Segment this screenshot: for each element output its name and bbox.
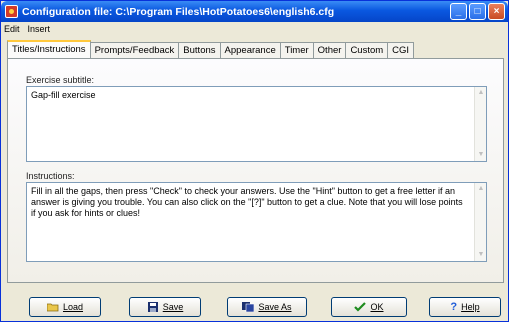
- tab-prompts-feedback[interactable]: Prompts/Feedback: [89, 42, 180, 58]
- button-row: Load Save Save As OK ? Help: [1, 297, 509, 317]
- tab-buttons[interactable]: Buttons: [178, 42, 221, 58]
- tab-titles-instructions[interactable]: Titles/Instructions: [7, 40, 91, 58]
- tab-panel: Exercise subtitle: Gap-fill exercise ▲ ▼…: [7, 58, 504, 283]
- help-button[interactable]: ? Help: [429, 297, 501, 317]
- save-as-button[interactable]: Save As: [227, 297, 307, 317]
- floppy-disk-icon: [147, 302, 159, 312]
- scroll-up-icon[interactable]: ▲: [477, 89, 485, 97]
- tab-strip: Titles/Instructions Prompts/Feedback But…: [7, 40, 415, 58]
- help-label: Help: [461, 302, 480, 312]
- save-label: Save: [162, 302, 184, 312]
- save-as-label: Save As: [258, 302, 292, 312]
- load-label: Load: [62, 302, 84, 312]
- ok-button[interactable]: OK: [331, 297, 407, 317]
- instructions-field[interactable]: Fill in all the gaps, then press "Check"…: [26, 182, 487, 262]
- config-window: Configuration file: C:\Program Files\Hot…: [0, 0, 509, 322]
- save-button[interactable]: Save: [129, 297, 201, 317]
- menu-edit[interactable]: Edit: [4, 24, 20, 34]
- window-title: Configuration file: C:\Program Files\Hot…: [22, 5, 335, 18]
- subtitle-value: Gap-fill exercise: [31, 90, 96, 100]
- subtitle-field[interactable]: Gap-fill exercise ▲ ▼: [26, 86, 487, 162]
- maximize-button[interactable]: □: [469, 3, 486, 20]
- instructions-scrollbar[interactable]: ▲ ▼: [474, 183, 486, 261]
- tab-other[interactable]: Other: [312, 42, 347, 58]
- scroll-down-icon[interactable]: ▼: [477, 251, 485, 259]
- subtitle-scrollbar[interactable]: ▲ ▼: [474, 87, 486, 161]
- check-icon: [354, 302, 367, 312]
- save-as-disks-icon: [242, 302, 255, 313]
- tab-timer[interactable]: Timer: [279, 42, 314, 58]
- instructions-label: Instructions:: [26, 171, 75, 181]
- tab-appearance[interactable]: Appearance: [219, 42, 281, 58]
- scroll-up-icon[interactable]: ▲: [477, 185, 485, 193]
- instructions-value: Fill in all the gaps, then press "Check"…: [31, 186, 463, 218]
- subtitle-label: Exercise subtitle:: [26, 75, 95, 85]
- menu-bar: Edit Insert: [1, 22, 508, 36]
- open-folder-icon: [46, 302, 59, 312]
- question-mark-icon: ?: [450, 301, 458, 313]
- title-bar[interactable]: Configuration file: C:\Program Files\Hot…: [1, 1, 508, 22]
- tab-custom[interactable]: Custom: [345, 42, 389, 58]
- tab-cgi[interactable]: CGI: [387, 42, 415, 58]
- minimize-button[interactable]: _: [450, 3, 467, 20]
- hotpotatoes-app-icon: [5, 5, 18, 18]
- menu-insert[interactable]: Insert: [28, 24, 51, 34]
- load-button[interactable]: Load: [29, 297, 101, 317]
- ok-label: OK: [370, 302, 384, 312]
- close-button[interactable]: ×: [488, 3, 505, 20]
- window-controls: _ □ ×: [450, 3, 505, 20]
- scroll-down-icon[interactable]: ▼: [477, 151, 485, 159]
